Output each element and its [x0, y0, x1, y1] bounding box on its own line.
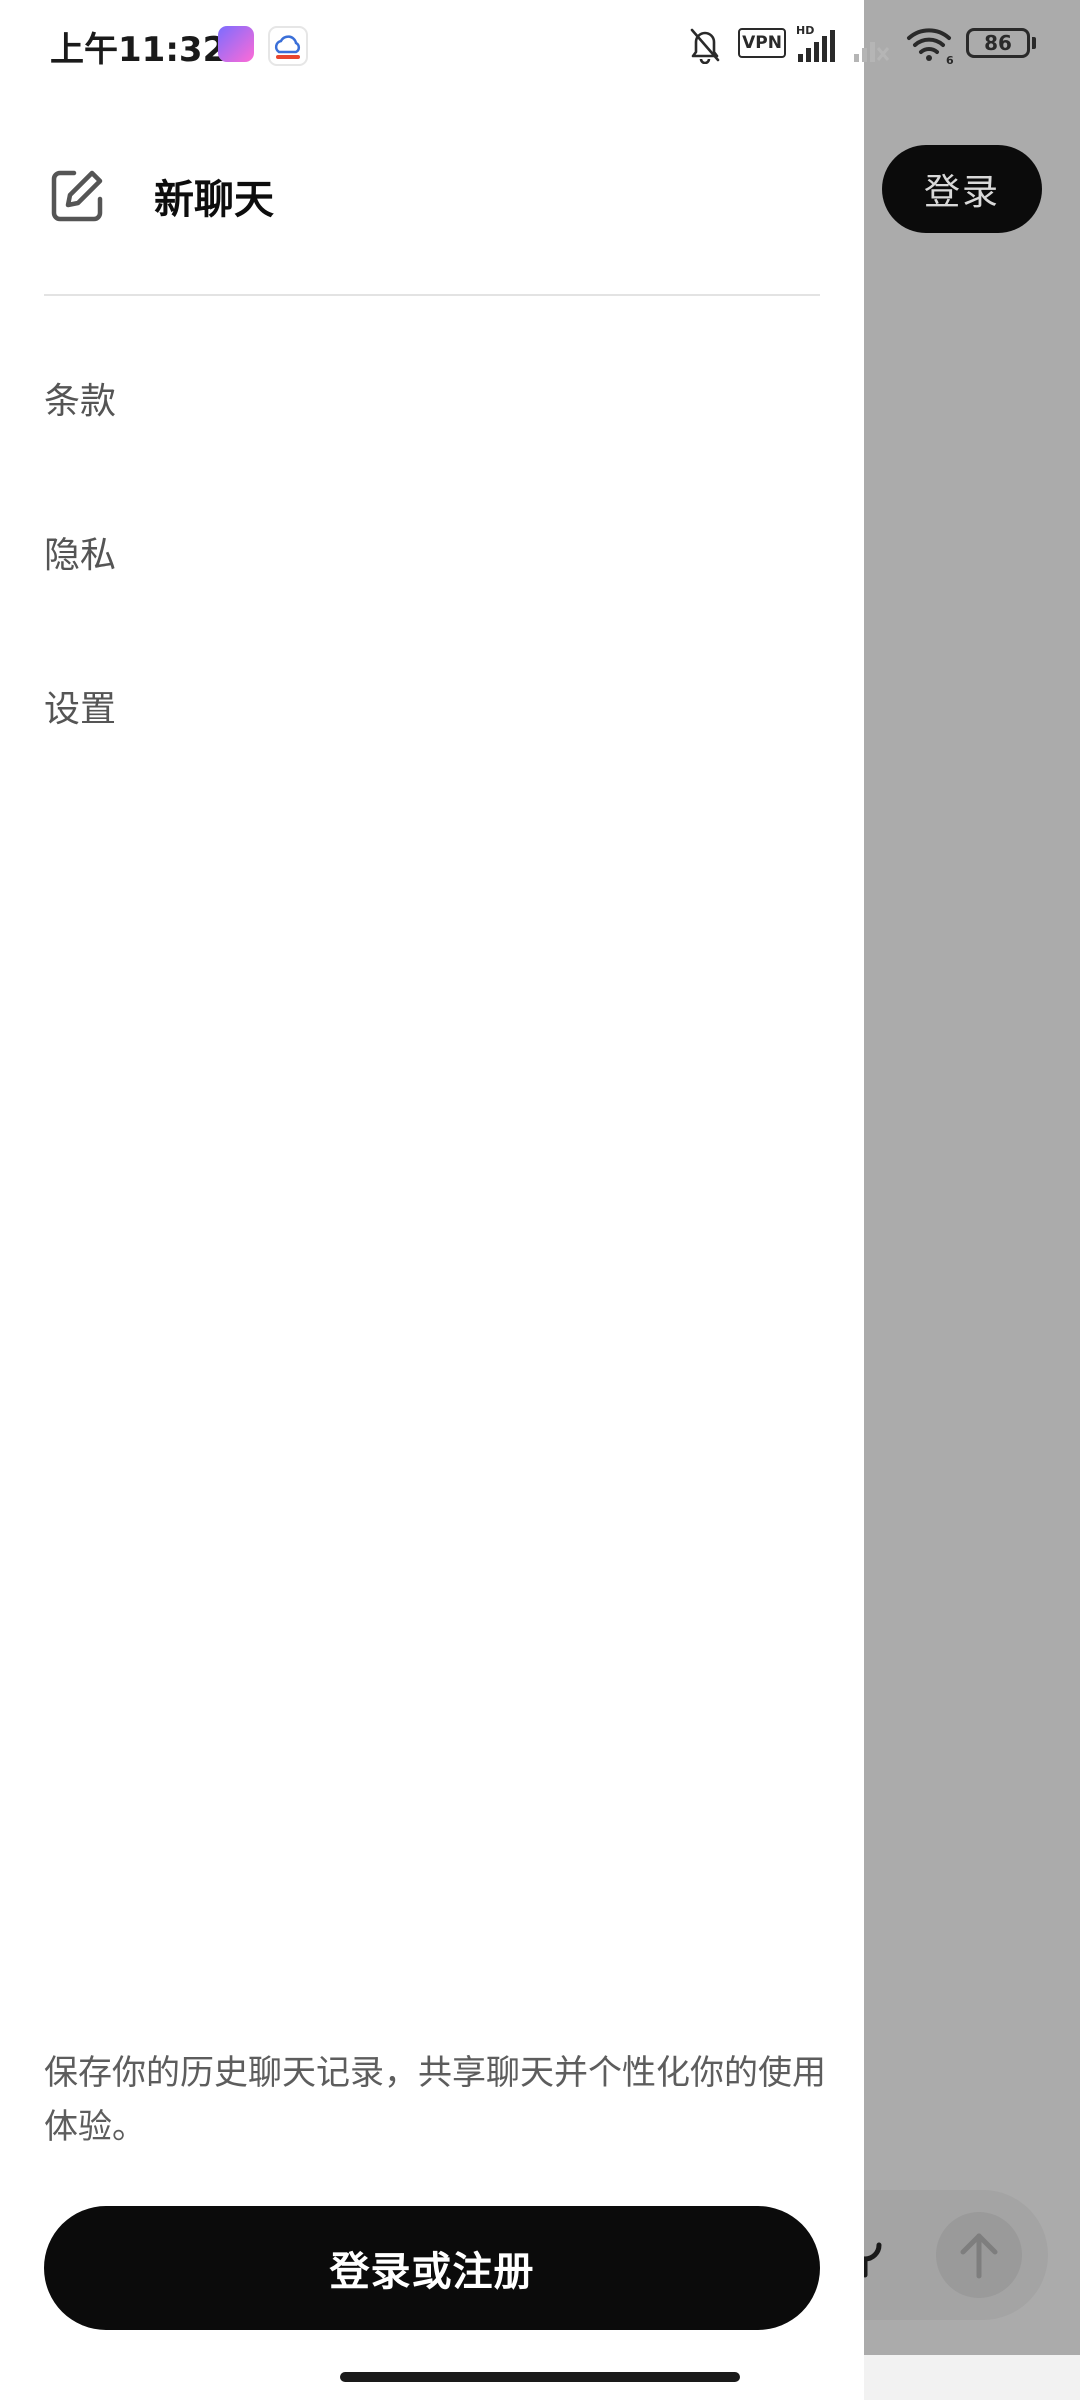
no-signal-icon: [854, 42, 890, 62]
status-time: 上午11:32: [50, 30, 227, 70]
drawer-divider: [44, 294, 820, 296]
bell-off-icon: [690, 28, 720, 64]
battery-cap: [1032, 37, 1036, 49]
arrow-up-icon: [960, 2233, 998, 2279]
login-signup-button[interactable]: 登录或注册: [44, 2206, 820, 2330]
battery-level: 86: [984, 31, 1012, 55]
menu-item-settings[interactable]: 设置: [44, 666, 820, 746]
background-login-label: 登录: [923, 172, 1000, 213]
login-signup-label: 登录或注册: [329, 2249, 535, 2295]
menu-item-terms[interactable]: 条款: [44, 358, 820, 438]
vpn-badge: VPN: [738, 28, 786, 58]
navigation-drawer: 新聊天 条款 隐私 设置 保存你的历史聊天记录，共享聊天并个性化你的使用体验。 …: [0, 0, 864, 2400]
new-chat-button[interactable]: 新聊天: [44, 160, 824, 232]
menu-item-label: 隐私: [44, 535, 117, 576]
battery-icon: 86: [966, 28, 1030, 58]
rocket-app-icon: [218, 26, 254, 62]
send-button[interactable]: [936, 2212, 1022, 2298]
edit-square-icon: [44, 163, 110, 229]
svg-text:HD: HD: [796, 24, 814, 37]
status-bar: 上午11:32 VPN HD 6 86: [0, 0, 1080, 90]
background-login-button[interactable]: 登录: [882, 145, 1042, 233]
cloud-app-icon: [268, 26, 308, 66]
menu-item-label: 设置: [44, 689, 117, 730]
menu-item-label: 条款: [44, 381, 117, 422]
menu-item-privacy[interactable]: 隐私: [44, 512, 820, 592]
background-bottom-area: [864, 2355, 1080, 2400]
home-indicator[interactable]: [340, 2372, 740, 2382]
wifi-icon: 6: [907, 28, 954, 66]
vpn-label: VPN: [742, 33, 782, 53]
cellular-signal-icon: HD: [796, 24, 835, 62]
svg-text:6: 6: [946, 54, 954, 66]
footer-note: 保存你的历史聊天记录，共享聊天并个性化你的使用体验。: [44, 2053, 826, 2147]
new-chat-label: 新聊天: [154, 177, 274, 223]
